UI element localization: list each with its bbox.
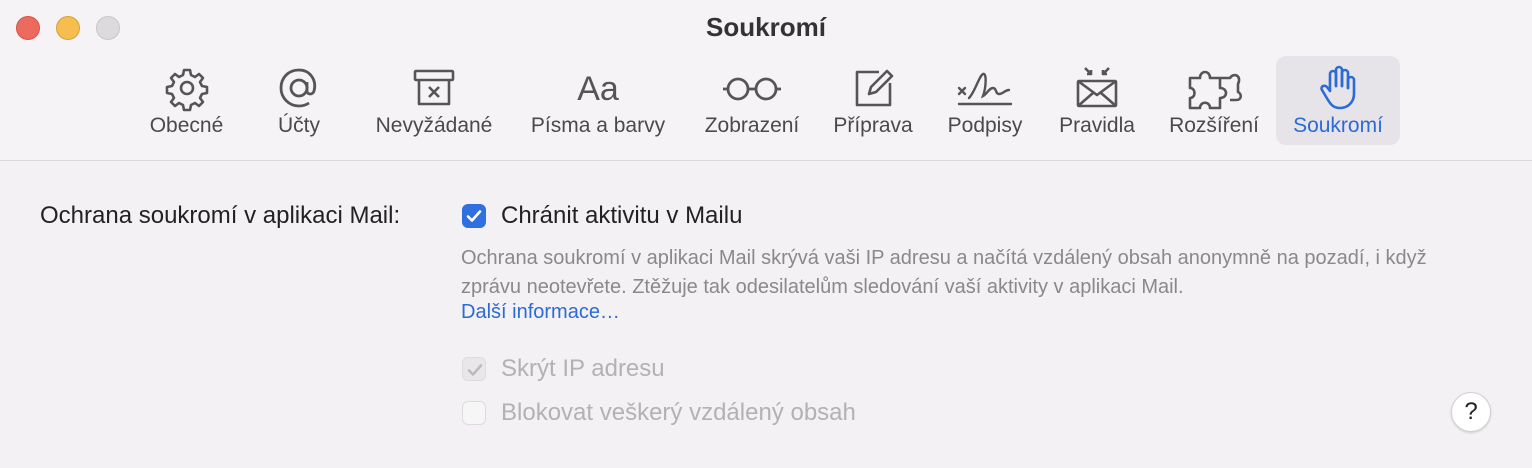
rules-envelope-icon [1073,64,1121,112]
learn-more-link[interactable]: Další informace… [461,301,620,324]
tab-rules[interactable]: Pravidla [1050,56,1144,145]
window-title: Soukromí [706,12,826,42]
tab-fonts-colors[interactable]: Aa Písma a barvy [520,56,676,145]
tab-label: Obecné [149,114,224,137]
toolbar: Soukromí Obecné Účty Nevyžádané Aa Písma… [0,0,1532,161]
tab-label: Písma a barvy [530,114,666,137]
tab-label: Rozšíření [1169,114,1259,137]
tab-signatures[interactable]: Podpisy [938,56,1032,145]
hide-ip-checkbox[interactable] [462,357,486,381]
tab-label: Soukromí [1293,114,1383,137]
puzzle-icon [1184,64,1244,112]
tab-general[interactable]: Obecné [138,56,235,145]
preferences-window: Soukromí Obecné Účty Nevyžádané Aa Písma… [0,0,1532,468]
section-label: Ochrana soukromí v aplikaci Mail: [40,202,401,229]
protect-activity-checkbox[interactable] [462,204,486,228]
tab-extensions[interactable]: Rozšíření [1160,56,1268,145]
tab-label: Podpisy [947,114,1023,137]
tab-junk[interactable]: Nevyžádané [364,56,504,145]
at-sign-icon [275,64,323,112]
tab-label: Nevyžádané [375,114,493,137]
protect-activity-label[interactable]: Chránit aktivitu v Mailu [501,202,742,230]
tab-label: Příprava [833,114,913,137]
tab-label: Pravidla [1059,114,1135,137]
fonts-icon: Aa [574,64,622,112]
checkmark-icon [466,210,482,222]
hand-icon [1314,64,1362,112]
tab-label: Zobrazení [704,114,800,137]
compose-icon [849,64,897,112]
gear-icon [163,64,211,112]
svg-text:Aa: Aa [577,70,619,108]
privacy-description: Ochrana soukromí v aplikaci Mail skrývá … [461,247,1427,298]
tab-viewing[interactable]: Zobrazení [694,56,810,145]
tab-label: Účty [278,114,320,137]
block-remote-content-checkbox[interactable] [462,401,486,425]
glasses-icon [720,64,784,112]
signature-icon [955,64,1015,112]
tab-privacy[interactable]: Soukromí [1276,56,1400,145]
hide-ip-label[interactable]: Skrýt IP adresu [501,355,665,383]
checkmark-icon [467,364,483,376]
tab-accounts[interactable]: Účty [258,56,340,145]
tab-composing[interactable]: Příprava [824,56,922,145]
junk-trash-icon [410,64,458,112]
block-remote-content-label[interactable]: Blokovat veškerý vzdálený obsah [501,399,856,427]
help-button[interactable]: ? [1451,392,1491,432]
